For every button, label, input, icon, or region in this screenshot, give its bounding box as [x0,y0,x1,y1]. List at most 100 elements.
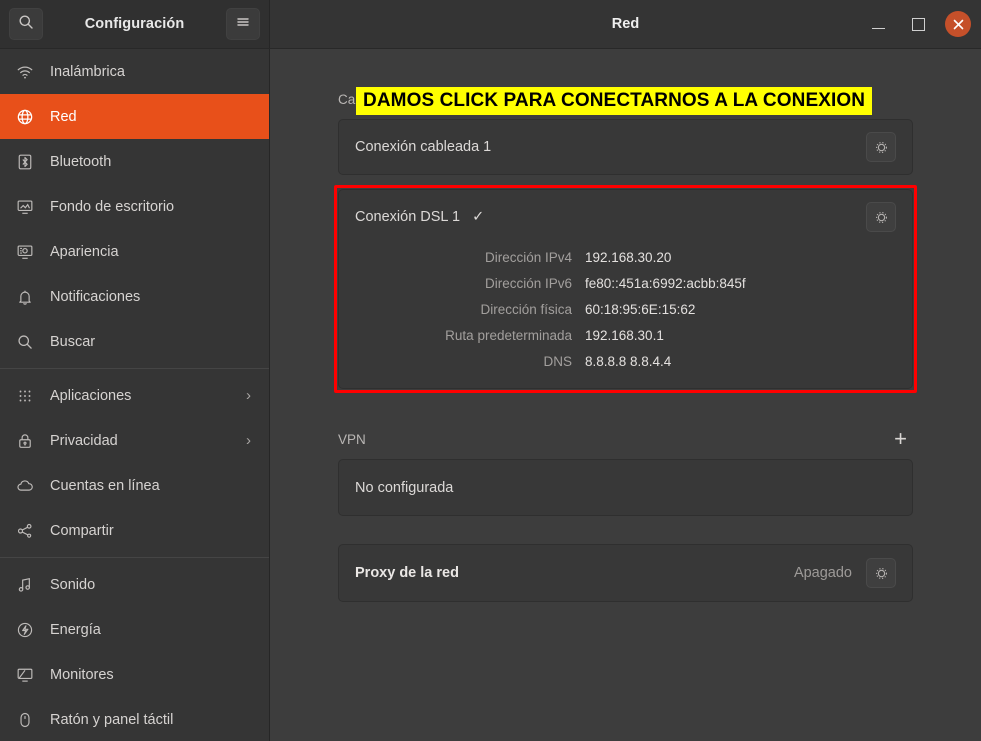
chevron-right-icon: › [246,432,251,449]
detail-value: 8.8.8.8 8.8.4.4 [585,354,671,369]
share-icon [14,522,36,540]
detail-value: fe80::451a:6992:acbb:845f [585,276,746,291]
close-button[interactable] [945,11,971,37]
apps-grid-icon [14,387,36,405]
sidebar-item-label: Red [50,109,255,125]
dsl-connection-wrapper: Conexión DSL 1 ✓ Dirección IPv4192.168.3… [338,189,913,389]
sidebar-item-label: Apariencia [50,244,255,260]
sidebar-item-cuentas-en-l-nea[interactable]: Cuentas en línea [0,463,269,508]
sidebar-item-apariencia[interactable]: Apariencia [0,229,269,274]
sidebar-item-compartir[interactable]: Compartir [0,508,269,553]
settings-window: Configuración Red [0,0,981,741]
add-vpn-button[interactable]: + [888,426,913,452]
sidebar-item-red[interactable]: Red [0,94,269,139]
hamburger-menu-icon [235,15,251,34]
window-body: Inalámbrica Red Bluetooth Fondo de escritor… [0,49,981,741]
display-icon [14,666,36,684]
wired-settings-button[interactable] [866,132,896,162]
search-button[interactable] [9,8,43,40]
power-icon [14,621,36,639]
sidebar-item-rat-n-y-panel-t-ctil[interactable]: Ratón y panel táctil [0,697,269,741]
detail-label: Ruta predeterminada [355,328,585,343]
detail-label: Dirección física [355,302,585,317]
sidebar-item-label: Compartir [50,523,255,539]
main-menu-button[interactable] [226,8,260,40]
sidebar-header: Configuración [0,0,270,48]
detail-value: 192.168.30.20 [585,250,671,265]
sidebar-item-sonido[interactable]: Sonido [0,562,269,607]
sidebar-item-label: Energía [50,622,255,638]
sidebar-item-inal-mbrica[interactable]: Inalámbrica [0,49,269,94]
sidebar-item-aplicaciones[interactable]: Aplicaciones› [0,373,269,418]
connection-row-dsl[interactable]: Conexión DSL 1 ✓ [339,190,912,244]
sidebar-item-label: Bluetooth [50,154,255,170]
proxy-title: Proxy de la red [355,565,794,581]
gear-icon [874,210,889,225]
annotation-banner: DAMOS CLICK PARA CONECTARNOS A LA CONEXI… [356,87,872,115]
sidebar-item-label: Sonido [50,577,255,593]
settings-sidebar[interactable]: Inalámbrica Red Bluetooth Fondo de escritor… [0,49,270,741]
proxy-settings-button[interactable] [866,558,896,588]
wifi-icon [14,63,36,81]
sidebar-item-privacidad[interactable]: Privacidad› [0,418,269,463]
music-note-icon [14,576,36,594]
dsl-settings-button[interactable] [866,202,896,232]
proxy-status: Apagado [794,565,852,581]
detail-row: DNS8.8.8.8 8.8.4.4 [355,348,896,374]
detail-row: Dirección IPv6fe80::451a:6992:acbb:845f [355,270,896,296]
gear-icon [874,140,889,155]
vpn-section-header: VPN + [338,419,913,459]
dsl-connection-card: Conexión DSL 1 ✓ Dirección IPv4192.168.3… [338,189,913,389]
detail-row: Dirección física60:18:95:6E:15:62 [355,296,896,322]
lock-icon [14,432,36,450]
detail-label: DNS [355,354,585,369]
maximize-button[interactable] [905,11,931,37]
sidebar-item-notificaciones[interactable]: Notificaciones [0,274,269,319]
sidebar-item-buscar[interactable]: Buscar [0,319,269,364]
globe-icon [14,108,36,126]
vpn-card: No configurada [338,459,913,516]
sidebar-item-bluetooth[interactable]: Bluetooth [0,139,269,184]
sidebar-item-monitores[interactable]: Monitores [0,652,269,697]
title-bar: Configuración Red [0,0,981,49]
cloud-icon [14,477,36,495]
search-icon [18,14,34,35]
sidebar-item-label: Ratón y panel táctil [50,712,255,728]
vpn-section-title: VPN [338,432,888,447]
window-header: Red [270,0,981,48]
chevron-right-icon: › [246,387,251,404]
sidebar-item-label: Monitores [50,667,255,683]
sidebar-divider [0,557,269,558]
dsl-detail-list: Dirección IPv4192.168.30.20Dirección IPv… [339,244,912,388]
sidebar-item-label: Notificaciones [50,289,255,305]
vpn-empty-row: No configurada [339,460,912,515]
search-icon [14,333,36,351]
network-panel: Cableada Conexión cableada 1 [270,49,981,741]
bluetooth-icon [14,153,36,171]
detail-row: Ruta predeterminada192.168.30.1 [355,322,896,348]
wallpaper-icon [14,198,36,216]
sidebar-item-label: Aplicaciones [50,388,246,404]
detail-label: Dirección IPv6 [355,276,585,291]
sidebar-item-label: Fondo de escritorio [50,199,255,215]
detail-value: 192.168.30.1 [585,328,664,343]
gear-icon [874,566,889,581]
sidebar-title: Configuración [85,16,185,32]
detail-row: Dirección IPv4192.168.30.20 [355,244,896,270]
appearance-icon [14,243,36,261]
sidebar-item-fondo-de-escritorio[interactable]: Fondo de escritorio [0,184,269,229]
detail-value: 60:18:95:6E:15:62 [585,302,695,317]
sidebar-item-label: Inalámbrica [50,64,255,80]
window-controls [865,11,971,37]
sidebar-item-energ-a[interactable]: Energía [0,607,269,652]
proxy-row[interactable]: Proxy de la red Apagado [339,545,912,601]
detail-label: Dirección IPv4 [355,250,585,265]
wired-connection-card: Conexión cableada 1 [338,119,913,175]
bell-icon [14,288,36,306]
connection-row-wired[interactable]: Conexión cableada 1 [339,120,912,174]
vpn-empty-label: No configurada [355,480,896,496]
connection-name: Conexión DSL 1 ✓ [355,209,866,225]
minimize-button[interactable] [865,11,891,37]
sidebar-item-label: Buscar [50,334,255,350]
connected-check-icon: ✓ [472,209,484,225]
